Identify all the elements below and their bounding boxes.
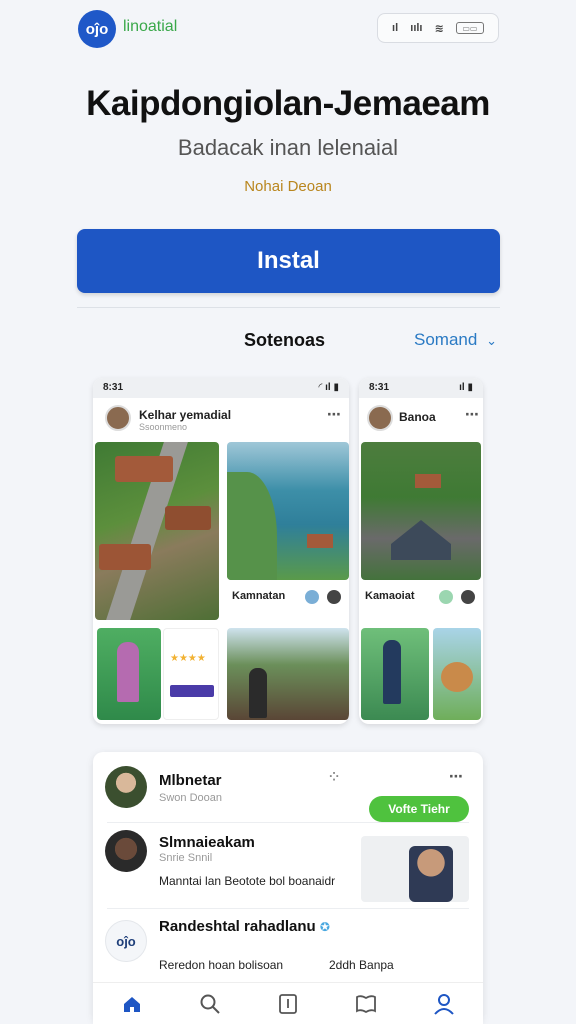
status-bar: ıl ıılı ≋ ▭▭ (377, 13, 499, 43)
photo-cat[interactable] (433, 628, 481, 720)
home-icon[interactable] (118, 990, 146, 1018)
feed-item-name: Slmnaieakam (159, 834, 255, 851)
screenshot-signal-icon: ıl ▮ (459, 382, 473, 393)
screenshot-profile-name: Banoa (399, 410, 436, 424)
chevron-down-icon: ⌄ (486, 333, 497, 348)
avatar (105, 405, 131, 431)
app-subtitle: Badacak inan lelenaial (177, 135, 399, 160)
screenshot-profile-sub: Ssoonmeno (139, 422, 188, 432)
feed-item-name: Randeshtal rahadlanu ✪ (159, 918, 330, 935)
divider (107, 822, 469, 823)
close-icon[interactable] (327, 590, 341, 604)
shore-shape (227, 472, 277, 580)
battery-icon: ▭▭ (455, 22, 484, 34)
rating-button[interactable] (170, 685, 214, 697)
install-button[interactable]: Instal (77, 229, 500, 293)
avatar[interactable] (105, 766, 147, 808)
more-icon[interactable]: ⋯ (449, 768, 463, 785)
feed-item-sub: Reredon hoan bolisoan (159, 958, 284, 972)
book-icon[interactable] (352, 990, 380, 1018)
avatar (367, 405, 393, 431)
sort-dropdown[interactable]: Somand ⌄ (414, 330, 497, 350)
star-rating-icon: ★★★★ (170, 653, 206, 664)
feed-thumbnail[interactable] (361, 836, 469, 902)
more-icon[interactable]: ⋯ (465, 406, 479, 423)
roof-shape (307, 534, 333, 548)
card-rating[interactable]: ★★★★ (163, 628, 219, 720)
avatar[interactable] (105, 830, 147, 872)
screenshot-1[interactable]: 8:31 ◜ ıl ▮ Kelhar yemadial Ssoonmeno ⋯ … (93, 378, 349, 724)
feed-item-name-text: Randeshtal rahadlanu (159, 918, 316, 935)
cat-shape (441, 662, 473, 692)
photo-portrait[interactable] (97, 628, 161, 720)
profile-icon[interactable] (430, 990, 458, 1018)
sort-dropdown-label: Somand (414, 330, 478, 349)
developer-link[interactable]: Nohai Deoan (0, 178, 576, 195)
photo-village[interactable] (95, 442, 219, 620)
photo-lake[interactable] (227, 442, 349, 580)
roof-shape (99, 544, 151, 570)
feed-item-name: Mlbnetar (159, 772, 222, 789)
feed-item-sub: Swon Dooan (159, 792, 222, 804)
wifi-icon: ≋ (434, 22, 444, 35)
person-shape (117, 642, 139, 702)
roof-shape (391, 520, 451, 560)
verified-icon: ✪ (319, 920, 330, 934)
info-icon[interactable] (439, 590, 453, 604)
person-shape (409, 846, 453, 902)
person-shape (383, 640, 401, 704)
screenshots-heading: Sotenoas (244, 330, 326, 350)
follow-button[interactable]: Vofte Tiehr (369, 796, 469, 822)
person-shape (249, 668, 267, 718)
feed-item-sub: Snrie Snnil (159, 852, 213, 864)
cellular-bars-icon: ıılı (410, 22, 423, 34)
screenshot-signal-icon: ◜ ıl ▮ (318, 382, 340, 393)
screenshot-time: 8:31 (103, 382, 124, 393)
divider (77, 307, 500, 308)
search-icon[interactable] (196, 990, 224, 1018)
library-icon[interactable] (274, 990, 302, 1018)
close-icon[interactable] (461, 590, 475, 604)
photo-balcony[interactable] (227, 628, 349, 720)
bottom-nav (93, 982, 483, 1024)
app-logo-icon: oĵo (78, 10, 116, 48)
signal-icon: ıl (392, 22, 399, 34)
roof-shape (415, 474, 441, 488)
tile-label: Kamnatan (232, 590, 286, 602)
roof-shape (115, 456, 173, 482)
photo-resort[interactable] (361, 442, 481, 580)
tile-label: Kamaoiat (365, 590, 415, 602)
roof-shape (165, 506, 211, 530)
info-icon[interactable] (305, 590, 319, 604)
photo-family[interactable] (361, 628, 429, 720)
drag-handle-icon[interactable]: ⁘ (329, 770, 339, 784)
feed-item-text: Manntai lan Beotote bol boanaidr (159, 874, 336, 888)
screenshot-profile-name: Kelhar yemadial (139, 408, 232, 422)
feed-item-meta: 2ddh Banpa (329, 958, 394, 972)
app-logo-icon[interactable]: oĵo (105, 920, 147, 962)
screenshot-status-bar: 8:31 ıl ▮ (359, 378, 483, 398)
divider (107, 908, 469, 909)
brand-name: linoatial (123, 18, 178, 35)
screenshot-2[interactable]: 8:31 ıl ▮ Banoa ⋯ Kamaoiat (359, 378, 483, 724)
screenshot-status-bar: 8:31 ◜ ıl ▮ (93, 378, 349, 398)
more-icon[interactable]: ⋯ (327, 406, 341, 423)
app-title: Kaipdongiolan-Jemaeam (86, 84, 490, 123)
screenshot-time: 8:31 (369, 382, 390, 393)
